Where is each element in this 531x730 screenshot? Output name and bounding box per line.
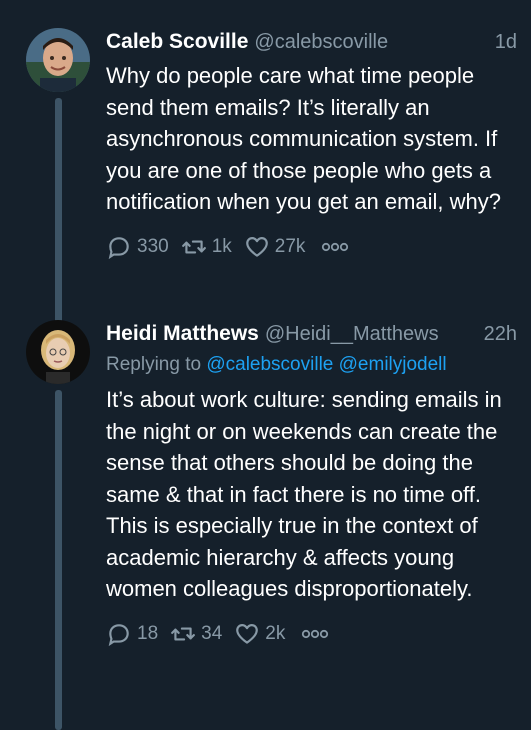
retweet-button[interactable]: 1k [181,234,232,260]
avatar-caleb[interactable] [26,28,90,92]
replying-to: Replying to @calebscoville @emilyjodell [106,354,517,384]
tweet-content: Caleb Scoville @calebscoville 1d Why do … [106,30,517,262]
tweet-heidi[interactable]: Heidi Matthews @Heidi__Matthews 22h Repl… [0,314,531,730]
tweet-text: Why do people care what time people send… [106,63,502,214]
retweet-icon [171,627,196,640]
retweet-icon [181,240,206,253]
like-button[interactable]: 27k [244,234,306,260]
tweet-header: Caleb Scoville @calebscoville 1d [106,30,517,60]
user-handle[interactable]: @Heidi__Matthews [265,323,439,346]
heart-icon [236,623,259,644]
heart-icon [245,236,268,257]
user-handle[interactable]: @calebscoville [254,31,388,54]
more-dots-icon [322,242,349,251]
tweet-text: It’s about work culture: sending emails … [106,387,502,601]
timestamp[interactable]: 22h [484,323,517,346]
retweet-count: 1k [211,235,232,257]
action-bar: 330 1k 27k [106,232,517,262]
mention-link[interactable]: @emilyjodell [339,354,447,375]
mention-link[interactable]: @calebscoville [206,354,333,375]
tweet-content: Heidi Matthews @Heidi__Matthews 22h Repl… [106,322,517,649]
like-count: 27k [274,235,306,257]
retweet-count: 34 [201,622,223,644]
tweet-header: Heidi Matthews @Heidi__Matthews 22h [106,322,517,352]
reply-button[interactable]: 330 [106,234,169,260]
reply-count: 18 [137,622,159,644]
thread-line [55,390,62,730]
comment-icon [108,236,129,259]
timestamp[interactable]: 1d [495,31,517,54]
display-name[interactable]: Heidi Matthews [106,322,259,346]
like-button[interactable]: 2k [234,621,285,647]
more-button[interactable] [297,628,334,640]
reply-count: 330 [137,235,169,257]
tweet-caleb[interactable]: Caleb Scoville @calebscoville 1d Why do … [0,22,531,346]
action-bar: 18 34 2k [106,619,517,649]
more-dots-icon [302,629,329,638]
more-button[interactable] [317,241,354,253]
reply-button[interactable]: 18 [106,621,158,647]
avatar-heidi[interactable] [26,320,90,384]
comment-icon [108,623,129,646]
like-count: 2k [265,622,286,644]
display-name[interactable]: Caleb Scoville [106,30,248,54]
retweet-button[interactable]: 34 [170,621,222,647]
replying-label: Replying to [106,354,202,375]
thread-line [55,98,62,346]
